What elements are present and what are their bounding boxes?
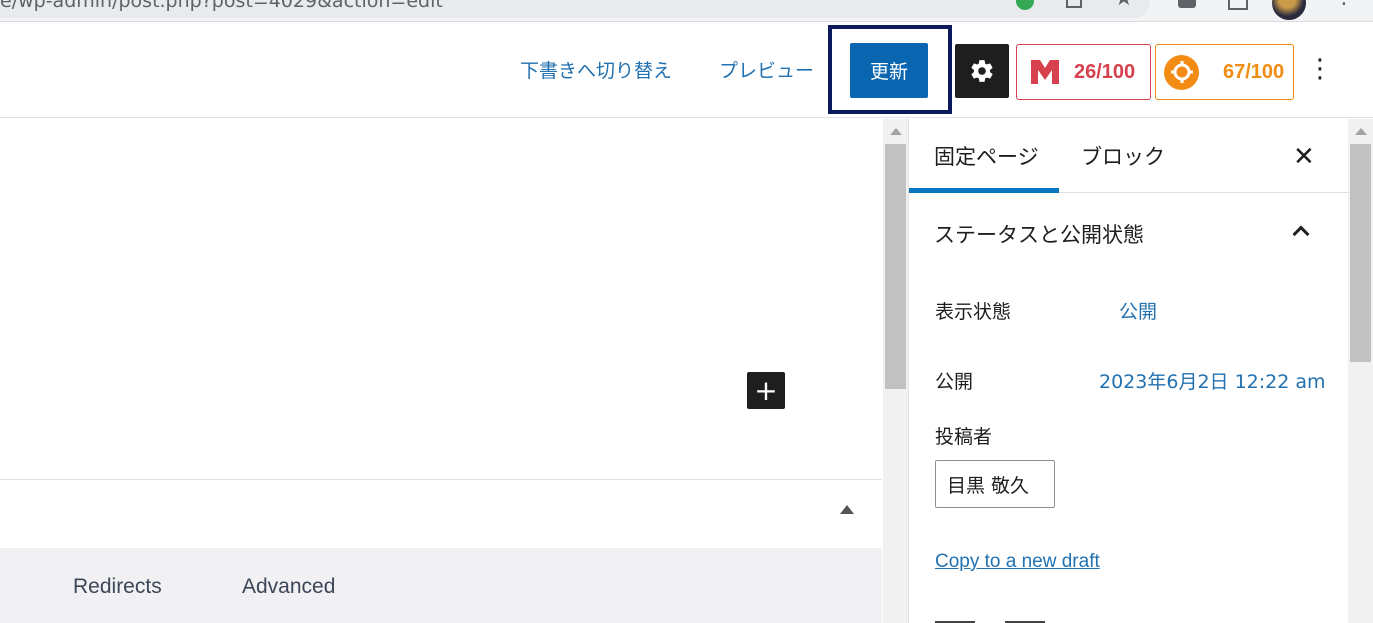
tab-page[interactable]: 固定ページ xyxy=(934,141,1039,171)
author-label: 投稿者 xyxy=(935,426,993,448)
readability-logo-icon xyxy=(1164,54,1199,90)
active-tab-indicator xyxy=(909,188,1059,193)
gear-icon xyxy=(971,60,993,82)
meta-panel-toggle-icon[interactable] xyxy=(840,505,854,514)
tab-block[interactable]: ブロック xyxy=(1081,141,1165,171)
sidebar-tabs: 固定ページ ブロック ✕ xyxy=(909,119,1349,193)
status-panel-title[interactable]: ステータスと公開状態 xyxy=(934,219,1144,249)
settings-sidebar: 固定ページ ブロック ✕ ステータスと公開状態 表示状態 公開 公開 2023年… xyxy=(908,119,1349,623)
browser-menu-icon[interactable]: ⋮ xyxy=(1333,0,1355,9)
chevron-up-icon[interactable] xyxy=(1292,225,1310,243)
tab-advanced[interactable]: Advanced xyxy=(242,575,335,599)
seo-score-value: 26/100 xyxy=(1074,60,1136,83)
seo-score-button[interactable]: 26/100 xyxy=(1016,44,1151,100)
tab-redirects[interactable]: Redirects xyxy=(73,575,162,599)
readability-score-value: 67/100 xyxy=(1223,60,1285,83)
editor-canvas[interactable]: + Redirects Advanced xyxy=(0,119,882,623)
meta-divider xyxy=(0,479,882,480)
settings-button[interactable] xyxy=(955,44,1009,98)
options-menu-button[interactable]: ⋮ xyxy=(1305,49,1335,93)
publish-date-value[interactable]: 2023年6月2日 12:22 am xyxy=(1099,367,1326,394)
sidebar-scrollbar[interactable] xyxy=(1348,119,1373,623)
plus-icon: + xyxy=(754,373,778,407)
close-icon[interactable]: ✕ xyxy=(1293,144,1315,170)
extensions-icon[interactable] xyxy=(1178,0,1196,8)
switch-to-draft-button[interactable]: 下書きへ切り替え xyxy=(520,56,672,83)
scrollbar-thumb[interactable] xyxy=(1350,144,1371,362)
publish-label: 公開 xyxy=(935,371,974,393)
scrollbar-thumb[interactable] xyxy=(885,144,906,389)
avatar[interactable] xyxy=(1272,0,1306,20)
editor-scrollbar[interactable] xyxy=(883,119,908,623)
cutoff-row xyxy=(935,611,1105,623)
browser-address-bar[interactable]: e/wp-admin/post.php?post=4029&action=edi… xyxy=(0,0,1373,22)
star-icon[interactable]: ★ xyxy=(1114,0,1134,11)
update-button[interactable]: 更新 xyxy=(850,43,928,98)
share-icon[interactable] xyxy=(1066,0,1082,8)
author-select[interactable]: 目黒 敬久 xyxy=(935,460,1055,508)
editor-header: 下書きへ切り替え プレビュー 更新 26/100 67/100 ⋮ xyxy=(0,23,1373,118)
copy-to-new-draft-link[interactable]: Copy to a new draft xyxy=(935,551,1100,573)
preview-button[interactable]: プレビュー xyxy=(719,56,814,83)
visibility-value[interactable]: 公開 xyxy=(1119,297,1157,324)
readability-score-button[interactable]: 67/100 xyxy=(1155,44,1294,100)
scroll-up-arrow-icon[interactable] xyxy=(890,128,902,135)
scroll-up-arrow-icon[interactable] xyxy=(1355,128,1367,135)
visibility-label: 表示状態 xyxy=(935,301,1012,323)
sidepanel-icon[interactable] xyxy=(1228,0,1248,10)
meta-tabs-bar: Redirects Advanced xyxy=(0,548,882,623)
block-inserter-button[interactable]: + xyxy=(747,372,785,409)
address-url[interactable]: e/wp-admin/post.php?post=4029&action=edi… xyxy=(0,0,443,12)
seo-logo-icon xyxy=(1031,60,1059,84)
